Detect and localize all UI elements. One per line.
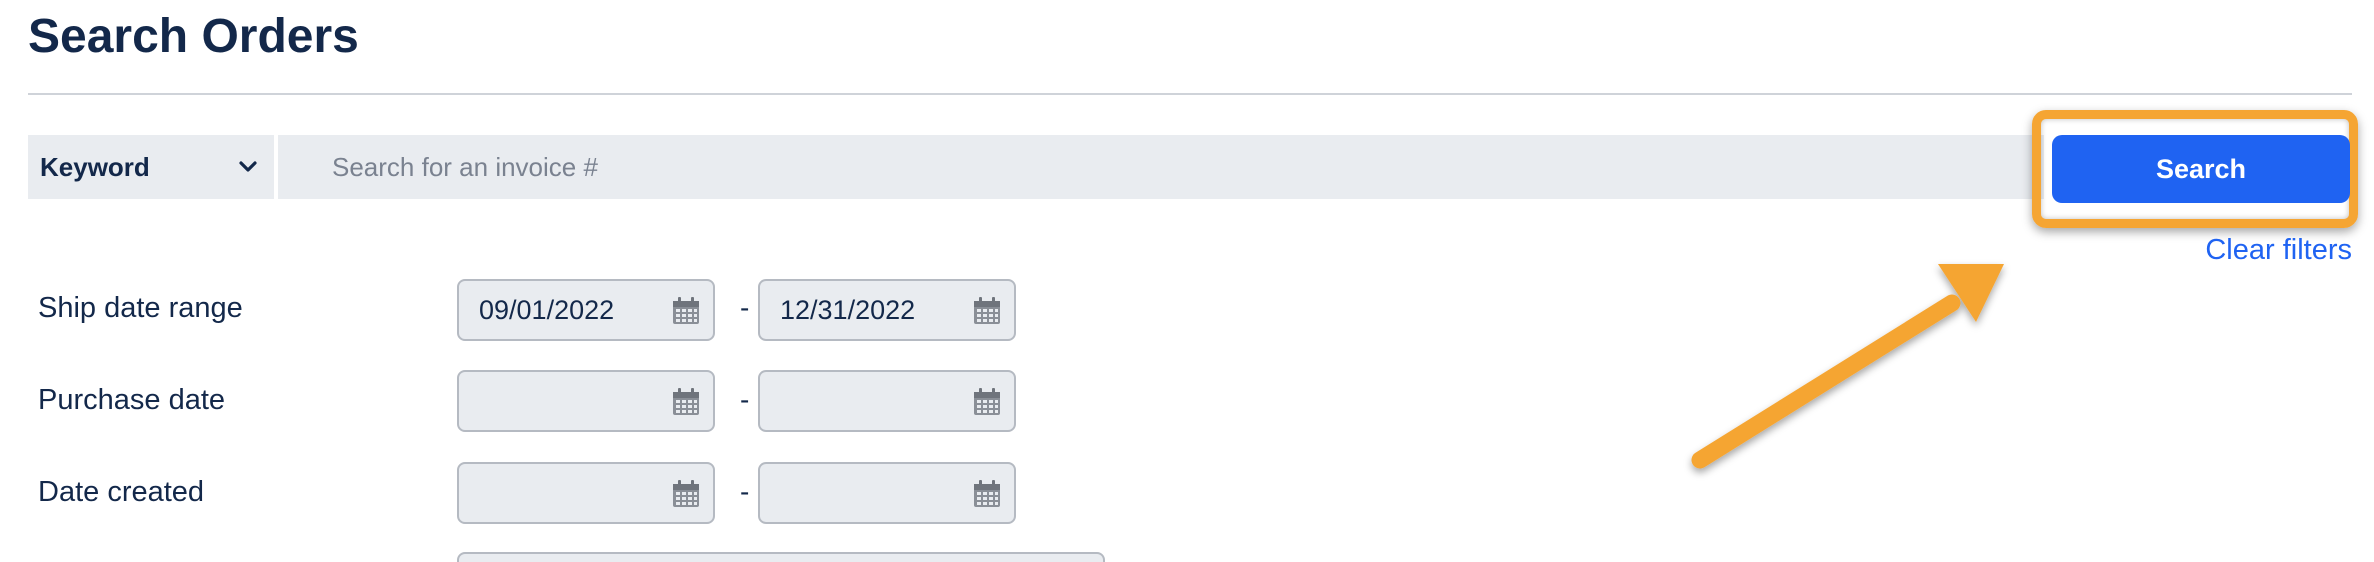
search-input[interactable]	[278, 135, 2044, 199]
clear-filters-link[interactable]: Clear filters	[2205, 234, 2352, 267]
calendar-icon[interactable]	[671, 296, 701, 326]
date-created-to-field[interactable]	[758, 462, 1016, 524]
page: Search Orders Keyword Search Clear filte…	[0, 0, 2374, 562]
date-range-separator: -	[740, 476, 750, 507]
purchase-date-from-field[interactable]	[457, 370, 715, 432]
arrow-annotation-icon	[1691, 264, 2004, 469]
title-divider	[28, 93, 2352, 95]
ship-date-to-field[interactable]: 12/31/2022	[758, 279, 1016, 341]
page-title: Search Orders	[28, 10, 359, 63]
ship-date-range-label: Ship date range	[38, 292, 243, 324]
calendar-icon[interactable]	[671, 479, 701, 509]
chevron-down-icon	[239, 161, 257, 172]
calendar-icon[interactable]	[972, 387, 1002, 417]
search-type-label: Keyword	[40, 151, 150, 182]
ship-date-to-value: 12/31/2022	[780, 294, 916, 325]
search-type-select[interactable]: Keyword	[28, 135, 274, 199]
calendar-icon[interactable]	[972, 479, 1002, 509]
next-filter-field[interactable]	[457, 552, 1105, 562]
date-created-label: Date created	[38, 476, 205, 508]
calendar-icon[interactable]	[671, 387, 701, 417]
date-created-from-field[interactable]	[457, 462, 715, 524]
search-button[interactable]: Search	[2052, 135, 2350, 203]
purchase-date-to-field[interactable]	[758, 370, 1016, 432]
purchase-date-label: Purchase date	[38, 384, 226, 416]
date-range-separator: -	[740, 384, 750, 415]
calendar-icon[interactable]	[972, 296, 1002, 326]
ship-date-from-value: 09/01/2022	[479, 294, 615, 325]
ship-date-from-field[interactable]: 09/01/2022	[457, 279, 715, 341]
date-range-separator: -	[740, 292, 750, 323]
